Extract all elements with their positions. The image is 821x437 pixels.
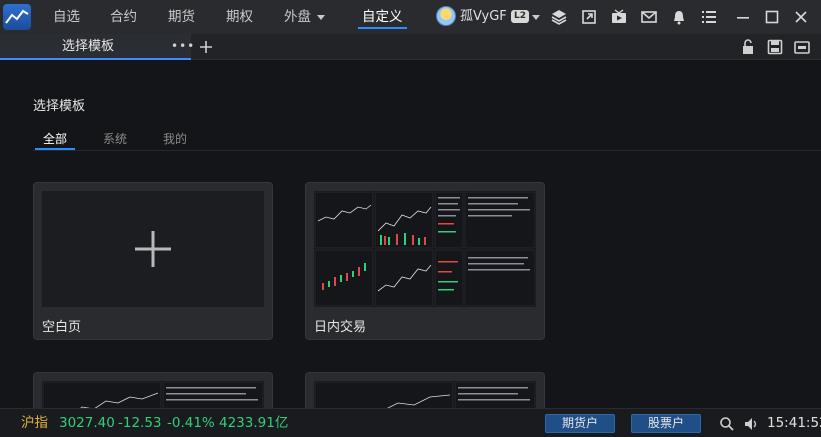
card-label: 日内交易 [314,320,367,335]
panel-settings-icon[interactable] [794,39,810,55]
save-icon[interactable] [767,39,783,55]
username[interactable]: 孤VyGF [460,0,507,34]
filter-mine[interactable]: 我的 [163,130,187,147]
nav-contracts[interactable]: 合约 [110,0,137,34]
template-selector: 选择模板 全部 系统 我的 空白页 日内交易 [0,61,821,433]
speaker-icon[interactable] [743,416,759,432]
tab-more-icon[interactable]: ••• [171,40,195,52]
avatar[interactable] [436,6,456,26]
video-icon[interactable] [611,9,627,25]
filter-all[interactable]: 全部 [34,130,76,150]
bell-icon[interactable] [671,9,687,25]
blank-preview [42,191,264,307]
page-title: 选择模板 [33,99,86,114]
lock-icon[interactable] [740,39,756,55]
clock-time: 15:41:52 [767,415,821,431]
index-change-pct: -0.41% [167,415,215,431]
menu-icon[interactable] [701,9,717,25]
chevron-down-icon [317,14,325,20]
tab-bar: 选择模板 ••• [0,34,821,60]
user-menu-chevron-icon[interactable] [532,15,540,20]
maximize-icon[interactable] [764,9,780,25]
index-price: 3027.40 [59,415,115,431]
stock-account-button[interactable]: 股票户 [631,414,701,433]
top-nav-bar: 自选 合约 期货 期权 外盘 自定义 孤VyGF L2 [0,0,821,34]
futures-account-button[interactable]: 期货户 [545,414,615,433]
divider [33,150,821,151]
level-badge: L2 [511,10,529,23]
plus-icon [135,231,171,267]
layers-icon[interactable] [551,9,567,25]
nav-custom[interactable]: 自定义 [358,0,406,34]
app-logo-icon[interactable] [3,4,31,30]
nav-options[interactable]: 期权 [226,0,253,34]
nav-watchlist[interactable]: 自选 [53,0,80,34]
tab-select-template[interactable]: 选择模板 ••• [0,34,194,60]
filter-system[interactable]: 系统 [103,130,127,147]
nav-futures[interactable]: 期货 [168,0,195,34]
index-volume: 4233.91亿 [219,415,289,431]
template-card-intraday[interactable]: 日内交易 [305,182,545,340]
nav-foreign-label: 外盘 [284,9,311,25]
index-name[interactable]: 沪指 [21,409,48,437]
search-icon[interactable] [719,416,735,432]
tab-label: 选择模板 [62,39,115,54]
template-preview-thumbnail [314,191,536,307]
nav-foreign-markets[interactable]: 外盘 [284,0,325,34]
status-bar: 沪指 3027.40 -12.53 -0.41% 4233.91亿 期货户 股票… [0,408,821,437]
minimize-icon[interactable] [735,9,751,25]
window-switch-icon[interactable] [581,9,597,25]
template-card-blank[interactable]: 空白页 [33,182,273,340]
index-change: -12.53 [118,415,162,431]
mail-icon[interactable] [641,9,657,25]
add-tab-icon[interactable] [197,38,215,56]
card-label: 空白页 [42,320,82,335]
template-preview [314,191,536,307]
close-icon[interactable] [793,9,809,25]
